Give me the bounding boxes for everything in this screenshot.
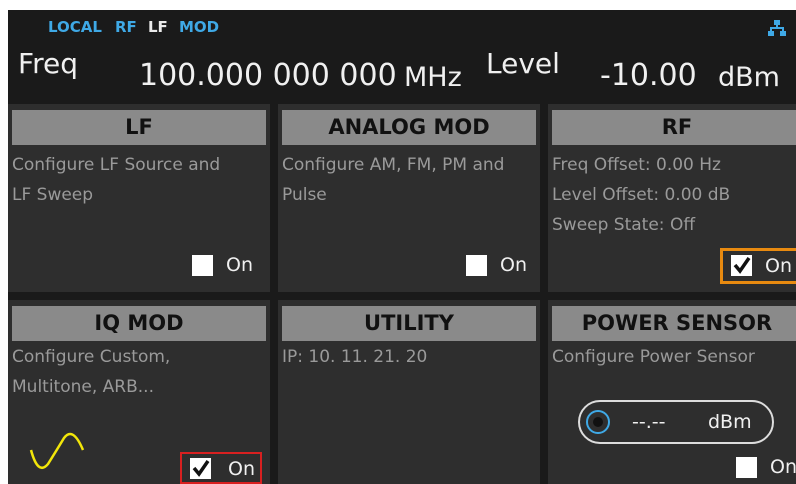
tile-iq-mod-description: Configure Custom, Multitone, ARB...	[12, 342, 264, 402]
tile-power-sensor-title: POWER SENSOR	[552, 306, 796, 341]
sine-wave-icon	[29, 432, 85, 469]
description-line: LF Sweep	[12, 185, 94, 205]
checkbox-unchecked-icon	[192, 255, 213, 276]
description-line: Freq Offset: 0.00 Hz	[552, 155, 721, 175]
instrument-screen: LOCAL RF LF MOD Freq 100.000 000 000 MHz…	[8, 10, 796, 484]
freq-label: Freq	[18, 47, 78, 80]
description-line: Pulse	[282, 185, 327, 205]
status-local: LOCAL	[48, 18, 102, 36]
tile-analog-mod-title: ANALOG MOD	[282, 110, 536, 145]
description-line: Level Offset: 0.00 dB	[552, 185, 731, 205]
status-lf: LF	[148, 18, 168, 36]
lf-on-checkbox[interactable]: On	[184, 250, 266, 282]
tile-utility-description: IP: 10. 11. 21. 20	[282, 342, 534, 372]
description-line: Configure AM, FM, PM and	[282, 155, 505, 175]
tile-lf[interactable]: LF Configure LF Source and LF Sweep On	[8, 104, 270, 292]
status-rf: RF	[115, 18, 137, 36]
tile-utility[interactable]: UTILITY IP: 10. 11. 21. 20	[278, 300, 540, 484]
level-value[interactable]: -10.00	[600, 56, 697, 96]
on-label: On	[228, 458, 255, 480]
tile-iq-mod[interactable]: IQ MOD Configure Custom, Multitone, ARB.…	[8, 300, 270, 484]
rf-on-checkbox[interactable]: On	[720, 248, 796, 284]
tile-power-sensor[interactable]: POWER SENSOR Configure Power Sensor --.-…	[548, 300, 796, 484]
description-line: Configure Power Sensor	[552, 347, 755, 367]
tile-rf[interactable]: RF Freq Offset: 0.00 Hz Level Offset: 0.…	[548, 104, 796, 292]
on-label: On	[226, 254, 253, 276]
ip-address: IP: 10. 11. 21. 20	[282, 347, 428, 367]
tile-lf-title: LF	[12, 110, 266, 145]
sensor-unit: dBm	[708, 411, 752, 433]
level-unit: dBm	[718, 62, 780, 93]
description-line: Configure LF Source and	[12, 155, 221, 175]
tile-power-sensor-description: Configure Power Sensor	[552, 342, 796, 372]
tile-analog-mod[interactable]: ANALOG MOD Configure AM, FM, PM and Puls…	[278, 104, 540, 292]
on-label: On	[765, 255, 792, 277]
power-sensor-on-checkbox[interactable]: On	[728, 452, 796, 484]
radio-button-icon[interactable]	[586, 410, 610, 434]
freq-unit: MHz	[404, 62, 462, 93]
checkbox-unchecked-icon	[736, 457, 757, 478]
status-mod: MOD	[179, 18, 220, 36]
description-line: Configure Custom,	[12, 347, 171, 367]
on-label: On	[500, 254, 527, 276]
power-sensor-reading[interactable]: --.-- dBm	[578, 400, 774, 444]
analog-mod-on-checkbox[interactable]: On	[454, 250, 536, 282]
freq-value[interactable]: 100.000 000 000	[139, 56, 397, 96]
on-label: On	[770, 456, 796, 478]
checkbox-checked-icon	[731, 255, 752, 276]
tile-rf-title: RF	[552, 110, 796, 145]
iq-mod-on-checkbox[interactable]: On	[180, 452, 262, 484]
tile-lf-description: Configure LF Source and LF Sweep	[12, 150, 264, 210]
network-icon	[768, 20, 786, 36]
status-bar: LOCAL RF LF MOD	[8, 10, 796, 42]
tile-rf-description: Freq Offset: 0.00 Hz Level Offset: 0.00 …	[552, 150, 796, 240]
checkbox-unchecked-icon	[466, 255, 487, 276]
description-line: Multitone, ARB...	[12, 377, 154, 397]
checkbox-checked-icon	[190, 458, 211, 479]
tile-utility-title: UTILITY	[282, 306, 536, 341]
sensor-value: --.--	[632, 411, 666, 433]
description-line: Sweep State: Off	[552, 215, 696, 235]
tile-analog-mod-description: Configure AM, FM, PM and Pulse	[282, 150, 534, 210]
tile-iq-mod-title: IQ MOD	[12, 306, 266, 341]
level-label: Level	[486, 47, 560, 80]
